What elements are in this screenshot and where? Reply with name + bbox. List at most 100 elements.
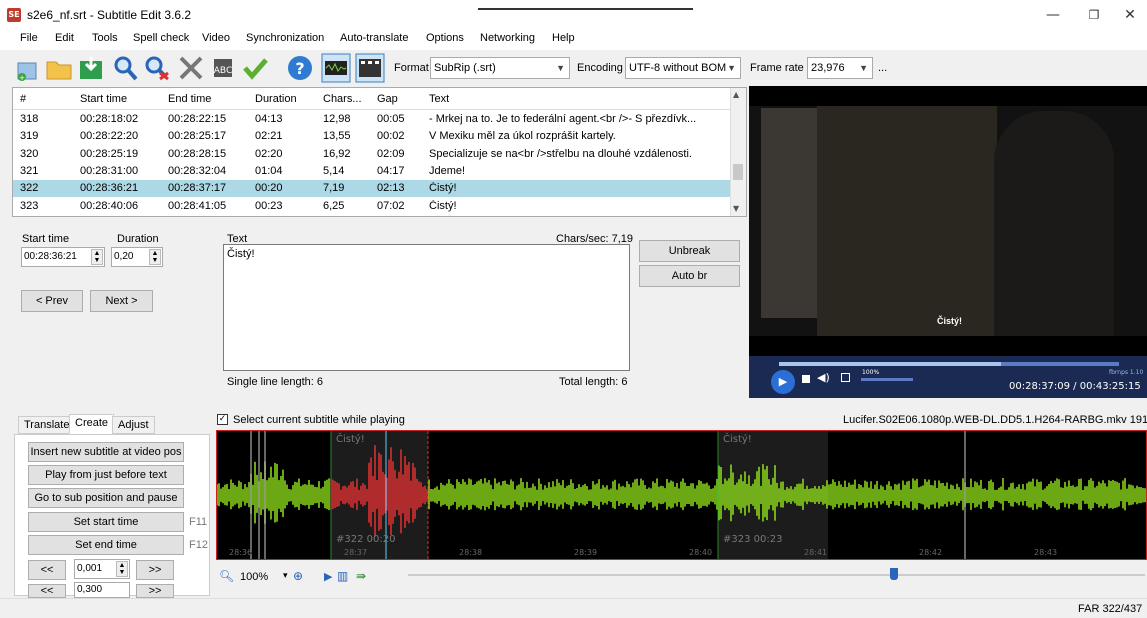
cell-text: Čistý! (429, 182, 457, 195)
remove-text-icon[interactable]: ABC (208, 53, 238, 83)
table-row[interactable]: 319 00:28:22:20 00:28:25:17 02:21 13,55 00:02… (13, 128, 732, 145)
format-label: Format (394, 62, 429, 74)
grid-scrollbar[interactable]: ▲ ▼ (730, 88, 746, 216)
menu-synchronization[interactable]: Synchronization (246, 32, 324, 44)
set-start-time-button[interactable]: Set start time (28, 512, 184, 532)
close-button[interactable]: ✕ (1107, 4, 1147, 26)
menu-edit[interactable]: Edit (55, 32, 74, 44)
table-row[interactable]: 323 00:28:40:06 00:28:41:05 00:23 6,25 07:02 Č… (13, 198, 732, 215)
menu-spell-check[interactable]: Spell check (133, 32, 189, 44)
spinner-icon[interactable]: ▲ ▼ (91, 249, 103, 265)
fullscreen-icon[interactable] (841, 373, 850, 382)
table-row[interactable]: 320 00:28:25:19 00:28:28:15 02:20 16,92 02:09… (13, 146, 732, 163)
prev-button[interactable]: < Prev (21, 290, 83, 312)
insert-subtitle-button[interactable]: Insert new subtitle at video pos (28, 442, 184, 462)
waveform[interactable]: Čistý! #322 00:20 Čistý! #323 00:23 28:3… (216, 430, 1147, 560)
scroll-down-icon[interactable]: ▼ (733, 204, 739, 213)
encoding-select[interactable]: UTF-8 without BOM ▼ (625, 57, 741, 79)
zoom-dropdown-icon[interactable]: ▾ (283, 571, 288, 581)
play-before-text-button[interactable]: Play from just before text (28, 465, 184, 485)
menu-tools[interactable]: Tools (92, 32, 118, 44)
menu-file[interactable]: File (20, 32, 38, 44)
zoom-in-icon[interactable]: ⊕ (293, 569, 303, 583)
format-select[interactable]: SubRip (.srt) ▼ (430, 57, 570, 79)
volume-slider[interactable] (861, 378, 913, 381)
scroll-up-icon[interactable]: ▲ (733, 90, 739, 99)
column-header-end[interactable]: End time (168, 93, 211, 105)
shortcut-f11: F11 (189, 516, 208, 528)
step-back-large-button[interactable]: << (28, 584, 66, 598)
next-button[interactable]: Next > (90, 290, 153, 312)
status-bar: FAR 322/437 (0, 598, 1147, 618)
spinner-icon[interactable]: ▲ ▼ (149, 249, 161, 265)
scroll-thumb[interactable] (733, 164, 743, 180)
menu-networking[interactable]: Networking (480, 32, 535, 44)
subtitle-text-editor[interactable]: Čistý! (223, 244, 630, 371)
set-end-time-button[interactable]: Set end time (28, 535, 184, 555)
encoding-label: Encoding (577, 62, 623, 74)
subtitle-grid[interactable]: # Start time End time Duration Chars... … (12, 87, 747, 217)
column-header-gap[interactable]: Gap (377, 93, 398, 105)
step-fwd-small-button[interactable]: >> (136, 560, 174, 580)
select-current-checkbox[interactable]: ✓ (217, 414, 228, 425)
play-icon[interactable]: ▶ (771, 370, 795, 394)
go-to-sub-pause-button[interactable]: Go to sub position and pause (28, 488, 184, 508)
menu-auto-translate[interactable]: Auto-translate (340, 32, 408, 44)
step-large-input[interactable]: 0,300 (74, 582, 130, 598)
time-tick: 28:42 (919, 548, 943, 557)
save-icon[interactable] (76, 53, 106, 83)
step-fwd-large-button[interactable]: >> (136, 584, 174, 598)
framerate-more[interactable]: ... (878, 62, 887, 74)
column-header-text[interactable]: Text (429, 93, 449, 105)
start-time-input[interactable]: 00:28:36:21 ▲ ▼ (21, 247, 105, 267)
waveform-position-slider[interactable] (408, 574, 1145, 576)
step-large-value: 0,300 (77, 584, 103, 595)
column-header-chars[interactable]: Chars... (323, 93, 362, 105)
column-header-start[interactable]: Start time (80, 93, 127, 105)
table-row[interactable]: 318 00:28:18:02 00:28:22:15 04:13 12,98 00:05… (13, 111, 732, 128)
column-header-number[interactable]: # (20, 93, 26, 105)
cell-end: 00:28:37:17 (168, 182, 227, 195)
tab-adjust[interactable]: Adjust (112, 416, 155, 434)
stop-icon[interactable] (802, 375, 810, 383)
video-controls: ▶ ◀) 100% fbrnps 1.10 00:28:37:09 / 00:4… (749, 356, 1147, 398)
scene-change-icon[interactable]: ▥ (337, 569, 348, 583)
zoom-out-icon[interactable]: 🔍︎ (219, 569, 234, 583)
find-icon[interactable] (110, 53, 140, 83)
replace-icon[interactable] (142, 53, 172, 83)
new-file-icon[interactable]: + (12, 53, 42, 83)
framerate-select[interactable]: 23,976 ▼ (807, 57, 873, 79)
table-row[interactable]: 322 00:28:36:21 00:28:37:17 00:20 7,19 02:13 Č… (13, 180, 732, 198)
slider-thumb[interactable] (890, 568, 898, 580)
duration-input[interactable]: 0,20 ▲ ▼ (111, 247, 163, 267)
cell-duration: 04:13 (255, 113, 283, 125)
unbreak-button[interactable]: Unbreak (639, 240, 740, 262)
open-folder-icon[interactable] (44, 53, 74, 83)
step-small-input[interactable]: 0,001 ▲ ▼ (74, 559, 130, 579)
fix-errors-icon[interactable] (176, 53, 206, 83)
tab-create[interactable]: Create (69, 414, 115, 434)
cell-end: 00:28:22:15 (168, 113, 227, 125)
next-shot-icon[interactable]: ⇛ (356, 569, 366, 583)
minimize-button[interactable]: — (1030, 4, 1076, 26)
video-toggle-icon[interactable] (355, 53, 385, 83)
cell-chars: 7,19 (323, 182, 345, 195)
table-row[interactable]: 321 00:28:31:00 00:28:32:04 01:04 5,14 04:17 J… (13, 163, 732, 180)
menu-options[interactable]: Options (426, 32, 464, 44)
column-header-duration[interactable]: Duration (255, 93, 297, 105)
menu-help[interactable]: Help (552, 32, 575, 44)
select-current-label: Select current subtitle while playing (233, 414, 405, 426)
play-waveform-icon[interactable]: ▶ (324, 570, 332, 583)
time-tick: 28:41 (804, 548, 828, 557)
spinner-icon[interactable]: ▲ ▼ (116, 561, 128, 577)
video-player[interactable]: Čistý! (749, 86, 1147, 356)
step-back-small-button[interactable]: << (28, 560, 66, 580)
tab-translate[interactable]: Translate (18, 416, 76, 434)
menu-video[interactable]: Video (202, 32, 230, 44)
waveform-toggle-icon[interactable] (321, 53, 351, 83)
auto-br-button[interactable]: Auto br (639, 265, 740, 287)
help-icon[interactable]: ? (285, 53, 315, 83)
spell-check-icon[interactable] (240, 53, 270, 83)
volume-icon[interactable]: ◀) (817, 371, 830, 384)
video-zoom: 100% (862, 369, 880, 376)
